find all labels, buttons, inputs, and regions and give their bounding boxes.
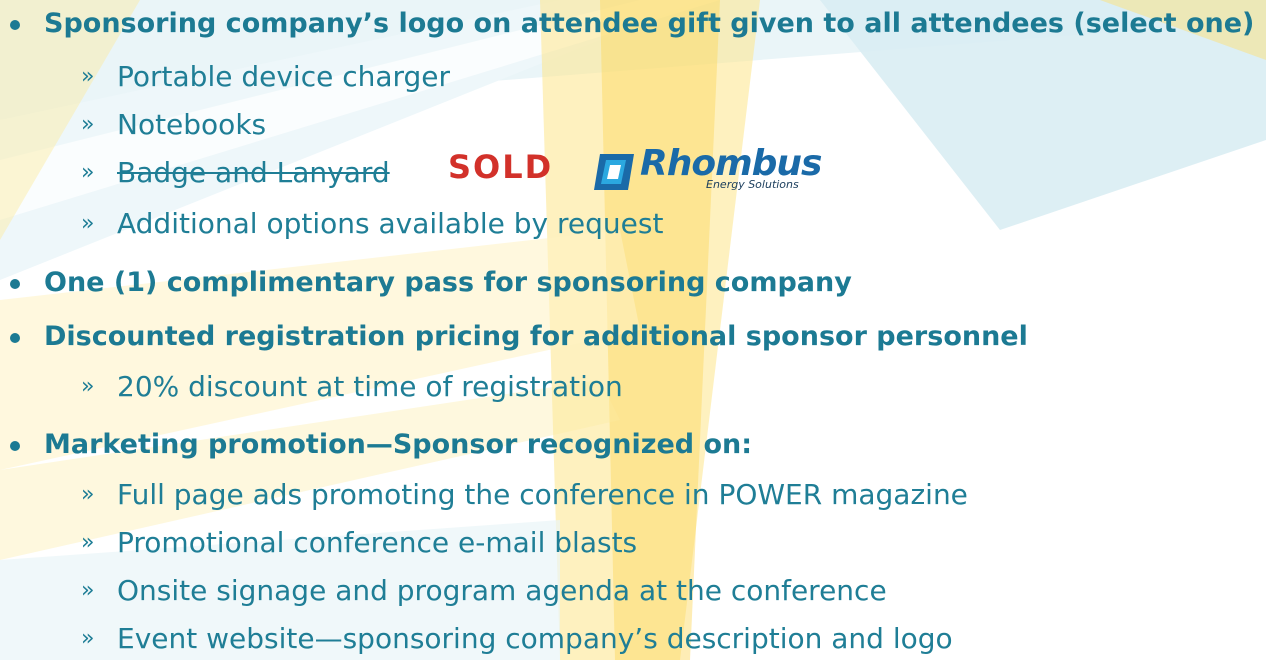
benefit-label: Sponsoring company’s logo on attendee gi… [44, 8, 1255, 39]
sub-bullet-icon: » [81, 64, 95, 89]
sub-bullet-icon: » [81, 374, 95, 399]
benefit-discounted-registration: Discounted registration pricing for addi… [10, 317, 1028, 357]
sub-bullet-icon: » [81, 112, 95, 137]
sponsor-logo-tagline: Energy Solutions [706, 178, 799, 191]
sub-item-event-website: » Event website—sponsoring company’s des… [81, 619, 953, 659]
sub-bullet-icon: » [81, 626, 95, 651]
benefit-marketing-promotion: Marketing promotion—Sponsor recognized o… [10, 425, 753, 465]
benefit-label: Marketing promotion—Sponsor recognized o… [44, 429, 753, 460]
sub-item-email-blasts: » Promotional conference e-mail blasts [81, 523, 638, 563]
sub-item-label: Notebooks [117, 108, 267, 141]
sub-bullet-icon: » [81, 482, 95, 507]
sold-badge: SOLD [448, 148, 554, 186]
sub-bullet-icon: » [81, 160, 95, 185]
bullet-icon [10, 333, 20, 343]
sponsor-logo: Rhombus Energy Solutions [592, 143, 842, 196]
sub-item-notebooks: » Notebooks [81, 105, 267, 145]
sub-item-portable-charger: » Portable device charger [81, 57, 451, 97]
sub-item-discount: » 20% discount at time of registration [81, 367, 623, 407]
benefit-label: One (1) complimentary pass for sponsorin… [44, 267, 852, 298]
sub-item-full-page-ads: » Full page ads promoting the conference… [81, 475, 968, 515]
sub-item-label: 20% discount at time of registration [117, 370, 623, 403]
bullet-icon [10, 279, 20, 289]
sub-bullet-icon: » [81, 211, 95, 236]
sub-bullet-icon: » [81, 578, 95, 603]
sub-item-label: Promotional conference e-mail blasts [117, 526, 638, 559]
sub-item-label: Onsite signage and program agenda at the… [117, 574, 887, 607]
sub-item-label: Event website—sponsoring company’s descr… [117, 622, 953, 655]
sub-item-label-struck: Badge and Lanyard [117, 156, 390, 189]
sub-item-label: Portable device charger [117, 60, 451, 93]
benefit-logo-on-gift: Sponsoring company’s logo on attendee gi… [10, 4, 1255, 44]
sub-item-label: Additional options available by request [117, 207, 664, 240]
sub-item-badge-lanyard: » Badge and Lanyard [81, 153, 390, 193]
sub-item-label: Full page ads promoting the conference i… [117, 478, 968, 511]
sub-item-additional-options: » Additional options available by reques… [81, 204, 664, 244]
benefit-complimentary-pass: One (1) complimentary pass for sponsorin… [10, 263, 852, 303]
bullet-icon [10, 441, 20, 451]
rhombus-logo-icon [594, 154, 634, 190]
sub-bullet-icon: » [81, 530, 95, 555]
bullet-icon [10, 20, 20, 30]
sub-item-onsite-signage: » Onsite signage and program agenda at t… [81, 571, 887, 611]
benefit-label: Discounted registration pricing for addi… [44, 321, 1028, 352]
